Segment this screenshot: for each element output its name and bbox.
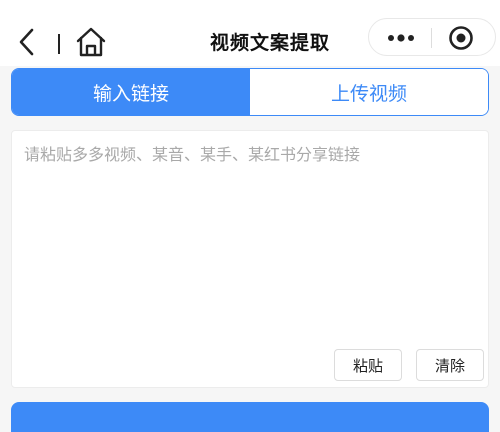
more-icon[interactable] [383,27,419,49]
primary-action-button[interactable] [11,402,489,432]
paste-button[interactable]: 粘贴 [334,349,402,381]
clear-button[interactable]: 清除 [416,349,484,381]
share-link-input[interactable] [24,141,476,341]
navigation-bar: 视频文案提取 [0,0,500,66]
source-tabs: 输入链接 上传视频 [11,68,489,116]
target-icon[interactable] [447,24,475,52]
link-input-card: 粘贴 清除 [11,130,489,388]
tab-upload-video[interactable]: 上传视频 [250,69,488,115]
mini-program-capsule [368,18,496,56]
capsule-divider [431,28,432,48]
tab-input-link[interactable]: 输入链接 [12,69,250,115]
